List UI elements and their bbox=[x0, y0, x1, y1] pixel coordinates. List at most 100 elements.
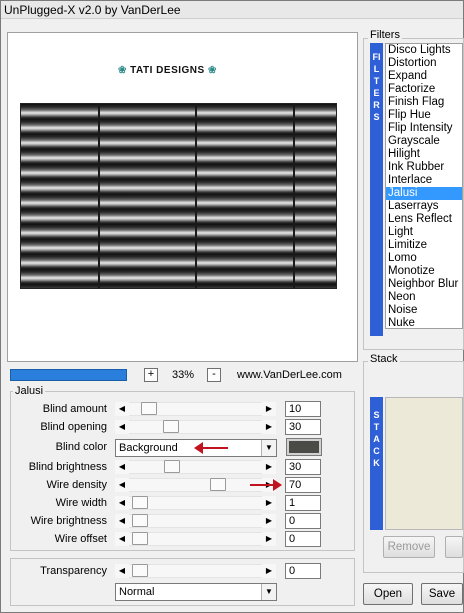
stack-side-letters: STACK bbox=[373, 410, 380, 468]
filter-item[interactable]: Grayscale bbox=[386, 135, 462, 148]
zoom-level: 33% bbox=[172, 369, 195, 381]
save-button[interactable]: Save bbox=[421, 583, 463, 605]
stack-aux-button[interactable] bbox=[445, 536, 463, 558]
wire-brightness-slider-track[interactable] bbox=[129, 514, 262, 528]
filter-item[interactable]: Hilight bbox=[386, 148, 462, 161]
red-arrow-right-icon bbox=[250, 479, 282, 491]
wire-brightness-field[interactable]: 0 bbox=[285, 513, 321, 529]
filter-item[interactable]: Nuke bbox=[386, 317, 462, 328]
red-arrow-left-icon bbox=[194, 442, 228, 454]
leaf-icon: ❀ bbox=[207, 65, 217, 76]
filter-item[interactable]: Flip Hue bbox=[386, 109, 462, 122]
wire-density-slider-track[interactable] bbox=[129, 478, 262, 492]
blind-brightness-field[interactable]: 30 bbox=[285, 459, 321, 475]
filter-item[interactable]: Limitize bbox=[386, 239, 462, 252]
filters-side-letters: FILTERS bbox=[372, 52, 381, 122]
jalusi-group-title: Jalusi bbox=[13, 385, 46, 397]
open-button[interactable]: Open bbox=[363, 583, 413, 605]
blind-amount-label: Blind amount bbox=[42, 403, 107, 415]
wire-offset-slider-track[interactable] bbox=[129, 532, 262, 546]
wire-brightness-label: Wire brightness bbox=[30, 515, 107, 527]
filter-item[interactable]: Neon bbox=[386, 291, 462, 304]
stack-title: Stack bbox=[368, 353, 400, 365]
blind-divider bbox=[195, 104, 197, 288]
zoom-in-button[interactable]: + bbox=[144, 368, 158, 382]
blind-opening-slider-track[interactable] bbox=[129, 420, 262, 434]
blind-color-swatch[interactable] bbox=[286, 438, 322, 456]
blind-brightness-slider-track[interactable] bbox=[129, 460, 262, 474]
filter-item[interactable]: Ink Rubber bbox=[386, 161, 462, 174]
arrow-right-icon[interactable]: ▶ bbox=[262, 564, 276, 578]
blind-opening-field[interactable]: 30 bbox=[285, 419, 321, 435]
blind-color-label: Blind color bbox=[55, 441, 107, 453]
wire-width-label: Wire width bbox=[55, 497, 107, 509]
chevron-down-icon[interactable]: ▼ bbox=[261, 584, 276, 600]
arrow-left-icon[interactable]: ◀ bbox=[115, 514, 129, 528]
filter-item[interactable]: Light bbox=[386, 226, 462, 239]
blend-mode-select[interactable]: Normal ▼ bbox=[115, 583, 277, 601]
filter-item[interactable]: Monotize bbox=[386, 265, 462, 278]
arrow-right-icon[interactable]: ▶ bbox=[262, 420, 276, 434]
arrow-right-icon[interactable]: ▶ bbox=[262, 496, 276, 510]
zoom-out-button[interactable]: - bbox=[207, 368, 221, 382]
arrow-left-icon[interactable]: ◀ bbox=[115, 564, 129, 578]
filter-list[interactable]: Disco Lights Distortion Expand Factorize Fin… bbox=[385, 43, 463, 329]
filters-side-bar: FILTERS bbox=[370, 43, 383, 336]
blind-brightness-slider-thumb[interactable] bbox=[164, 460, 180, 473]
filter-item[interactable]: Finish Flag bbox=[386, 96, 462, 109]
blind-opening-slider-thumb[interactable] bbox=[163, 420, 179, 433]
arrow-right-icon[interactable]: ▶ bbox=[262, 460, 276, 474]
arrow-left-icon[interactable]: ◀ bbox=[115, 402, 129, 416]
arrow-left-icon[interactable]: ◀ bbox=[115, 532, 129, 546]
blind-amount-slider-thumb[interactable] bbox=[141, 402, 157, 415]
blend-mode-value: Normal bbox=[119, 586, 155, 598]
transparency-slider-thumb[interactable] bbox=[132, 564, 148, 577]
arrow-right-icon[interactable]: ▶ bbox=[262, 402, 276, 416]
filter-item[interactable]: Lomo bbox=[386, 252, 462, 265]
wire-width-field[interactable]: 1 bbox=[285, 495, 321, 511]
filter-item[interactable]: Jalusi bbox=[386, 187, 462, 200]
wire-brightness-slider-thumb[interactable] bbox=[132, 514, 148, 527]
filter-item[interactable]: Distortion bbox=[386, 57, 462, 70]
arrow-left-icon[interactable]: ◀ bbox=[115, 496, 129, 510]
arrow-left-icon[interactable]: ◀ bbox=[115, 478, 129, 492]
preview-logo: ❀ TATI DESIGNS ❀ bbox=[118, 65, 217, 76]
filters-title: Filters bbox=[368, 29, 402, 41]
transparency-field[interactable]: 0 bbox=[285, 563, 321, 579]
arrow-right-icon[interactable]: ▶ bbox=[262, 514, 276, 528]
filter-item[interactable]: Expand bbox=[386, 70, 462, 83]
arrow-left-icon[interactable]: ◀ bbox=[115, 420, 129, 434]
filter-item[interactable]: Disco Lights bbox=[386, 44, 462, 57]
chevron-down-icon[interactable]: ▼ bbox=[261, 440, 276, 456]
wire-offset-field[interactable]: 0 bbox=[285, 531, 321, 547]
filter-item[interactable]: Neighbor Blur bbox=[386, 278, 462, 291]
progress-bar bbox=[10, 369, 127, 381]
arrow-left-icon[interactable]: ◀ bbox=[115, 460, 129, 474]
filter-item[interactable]: Flip Intensity bbox=[386, 122, 462, 135]
preview-image bbox=[20, 103, 337, 289]
remove-button[interactable]: Remove bbox=[383, 536, 435, 558]
filter-item[interactable]: Noise bbox=[386, 304, 462, 317]
blind-color-value: Background bbox=[119, 442, 178, 454]
filter-item[interactable]: Factorize bbox=[386, 83, 462, 96]
transparency-slider-track[interactable] bbox=[129, 564, 262, 578]
wire-offset-slider-thumb[interactable] bbox=[132, 532, 148, 545]
arrow-right-icon[interactable]: ▶ bbox=[262, 532, 276, 546]
preview-panel[interactable]: ❀ TATI DESIGNS ❀ bbox=[7, 32, 358, 362]
wire-width-slider-thumb[interactable] bbox=[132, 496, 148, 509]
wire-density-slider-thumb[interactable] bbox=[210, 478, 226, 491]
blind-amount-field[interactable]: 10 bbox=[285, 401, 321, 417]
wire-density-field[interactable]: 70 bbox=[285, 477, 321, 493]
stack-list[interactable] bbox=[385, 397, 463, 530]
wire-offset-label: Wire offset bbox=[54, 533, 107, 545]
transparency-label: Transparency bbox=[40, 565, 107, 577]
filter-item[interactable]: Laserrays bbox=[386, 200, 462, 213]
stack-side-bar: STACK bbox=[370, 397, 383, 530]
blind-divider bbox=[98, 104, 100, 288]
wire-width-slider-track[interactable] bbox=[129, 496, 262, 510]
filter-item[interactable]: Lens Reflect bbox=[386, 213, 462, 226]
blind-brightness-label: Blind brightness bbox=[28, 461, 107, 473]
website-link[interactable]: www.VanDerLee.com bbox=[237, 369, 342, 381]
filter-item[interactable]: Interlace bbox=[386, 174, 462, 187]
blind-divider bbox=[293, 104, 295, 288]
